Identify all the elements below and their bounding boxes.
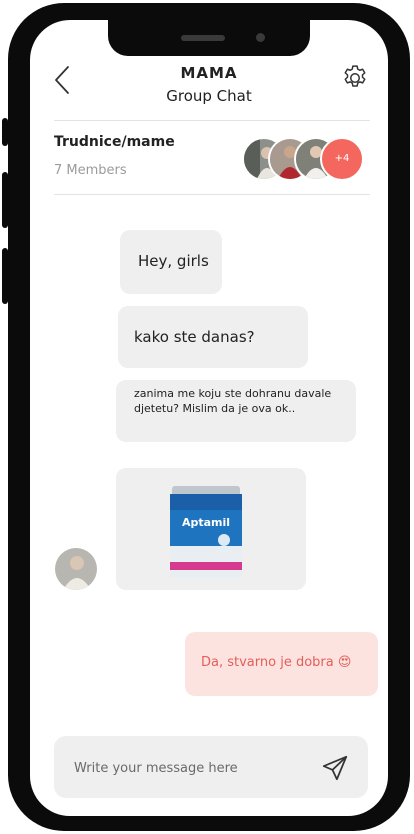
chat-header: MAMA Group Chat bbox=[30, 60, 388, 120]
phone-side-button bbox=[2, 118, 8, 146]
message-bubble: Hey, girls bbox=[120, 230, 222, 294]
image-message-bubble[interactable]: Aptamil bbox=[116, 468, 306, 590]
phone-side-button bbox=[2, 172, 8, 228]
message-bubble: kako ste danas? bbox=[118, 306, 308, 368]
formula-brand-text: Aptamil bbox=[182, 516, 230, 529]
message-bubble: zanima me koju ste dohranu davale djetet… bbox=[116, 380, 356, 442]
page-subtitle: Group Chat bbox=[166, 87, 252, 105]
formula-tin-image: Aptamil bbox=[170, 486, 242, 578]
message-composer bbox=[54, 736, 368, 798]
more-members-badge[interactable]: +4 bbox=[320, 137, 364, 181]
camera bbox=[256, 33, 265, 42]
settings-button[interactable] bbox=[340, 63, 370, 93]
divider bbox=[54, 194, 370, 195]
sender-avatar[interactable] bbox=[55, 548, 97, 590]
member-avatar-stack[interactable]: +4 bbox=[242, 137, 372, 181]
speaker bbox=[181, 35, 225, 41]
send-icon bbox=[322, 755, 348, 781]
phone-notch bbox=[108, 20, 310, 56]
page-title: MAMA bbox=[180, 64, 238, 82]
sent-message-bubble: Da, stvarno je dobra 😍 bbox=[185, 632, 378, 696]
phone-screen: MAMA Group Chat Trudnice/mame 7 Members bbox=[30, 20, 388, 816]
divider bbox=[54, 120, 370, 121]
message-input[interactable] bbox=[72, 756, 316, 780]
group-member-count: 7 Members bbox=[54, 163, 127, 178]
send-button[interactable] bbox=[320, 753, 350, 783]
phone-side-button bbox=[2, 248, 8, 304]
group-name: Trudnice/mame bbox=[54, 134, 175, 150]
gear-icon bbox=[344, 65, 366, 87]
